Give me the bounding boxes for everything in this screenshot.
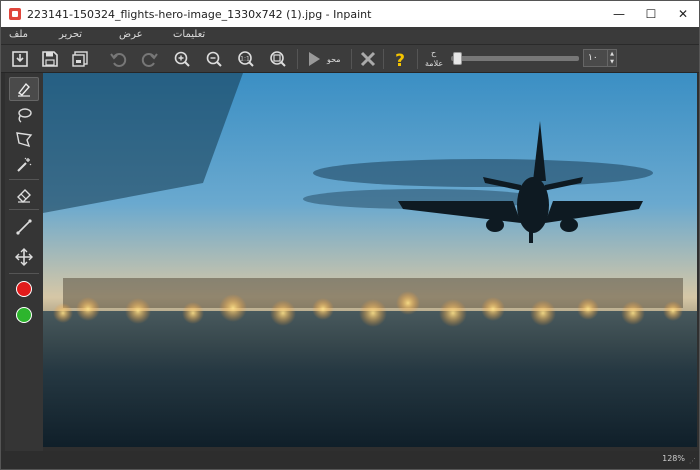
undo-icon[interactable] bbox=[107, 48, 129, 70]
spin-up-icon[interactable]: ▲ bbox=[608, 50, 616, 58]
toolbar-separator bbox=[383, 49, 384, 69]
window-title: 223141-150324_flights-hero-image_1330x74… bbox=[27, 7, 372, 21]
tool-separator bbox=[9, 209, 39, 210]
svg-text:1:1: 1:1 bbox=[240, 56, 250, 63]
marker-size-slider-thumb[interactable] bbox=[453, 52, 462, 65]
marker-size-label: علامة bbox=[425, 59, 444, 68]
toolbar-separator bbox=[297, 49, 298, 69]
zoom-level: 128% bbox=[662, 454, 685, 463]
menu-bar: ملف تحرير عرض تعليمات bbox=[1, 27, 699, 45]
spin-arrows[interactable]: ▲ ▼ bbox=[607, 50, 616, 66]
maximize-button[interactable]: ☐ bbox=[635, 1, 667, 27]
polygonal-lasso-icon[interactable] bbox=[9, 127, 39, 151]
eraser-icon[interactable] bbox=[9, 183, 39, 207]
resize-grip-icon[interactable]: ⋰ bbox=[689, 457, 696, 465]
green-color-swatch[interactable] bbox=[9, 303, 39, 327]
minimize-button[interactable]: — bbox=[603, 1, 635, 27]
menu-help[interactable]: تعليمات bbox=[173, 29, 205, 40]
marker-size-spinbox[interactable]: ١٠ ▲ ▼ bbox=[583, 49, 617, 67]
zoom-out-icon[interactable] bbox=[203, 48, 225, 70]
save-icon[interactable] bbox=[39, 48, 61, 70]
close-button[interactable]: ✕ bbox=[667, 1, 699, 27]
move-icon[interactable] bbox=[9, 245, 39, 269]
marker-icon[interactable] bbox=[9, 77, 39, 101]
tool-separator bbox=[9, 273, 39, 274]
image-canvas[interactable] bbox=[43, 73, 697, 447]
toolbar-separator bbox=[351, 49, 352, 69]
app-window: 223141-150324_flights-hero-image_1330x74… bbox=[0, 0, 700, 470]
magic-wand-icon[interactable] bbox=[9, 153, 39, 177]
question-icon[interactable]: ? bbox=[389, 48, 411, 70]
guide-line-icon[interactable] bbox=[9, 215, 39, 239]
menu-view[interactable]: عرض bbox=[119, 29, 143, 40]
lasso-icon[interactable] bbox=[9, 103, 39, 127]
menu-file[interactable]: ملف bbox=[9, 29, 28, 40]
tool-separator bbox=[9, 179, 39, 180]
zoom-in-icon[interactable] bbox=[171, 48, 193, 70]
marker-size-value: ١٠ bbox=[588, 53, 598, 63]
zoom-fit-icon[interactable] bbox=[267, 48, 289, 70]
toolbar-separator bbox=[417, 49, 418, 69]
inpaint-app-icon bbox=[9, 8, 21, 20]
marker-size-slider[interactable] bbox=[451, 56, 579, 61]
tool-panel bbox=[5, 73, 43, 459]
redo-icon[interactable] bbox=[139, 48, 161, 70]
zoom-1to1-icon[interactable]: 1:1 bbox=[235, 48, 257, 70]
title-bar: 223141-150324_flights-hero-image_1330x74… bbox=[1, 1, 699, 27]
spin-down-icon[interactable]: ▼ bbox=[608, 58, 616, 66]
erase-label: محو bbox=[327, 55, 341, 64]
airplane-photo bbox=[43, 73, 697, 447]
play-icon[interactable] bbox=[303, 48, 325, 70]
status-bar: 128% ⋰ bbox=[1, 451, 699, 469]
menu-edit[interactable]: تحرير bbox=[59, 29, 82, 40]
x-icon[interactable] bbox=[357, 48, 379, 70]
red-color-swatch[interactable] bbox=[9, 277, 39, 301]
save-as-icon[interactable] bbox=[69, 48, 91, 70]
open-file-icon[interactable] bbox=[9, 48, 31, 70]
svg-text:?: ? bbox=[395, 51, 405, 68]
marker-prefix: ح bbox=[431, 48, 437, 57]
